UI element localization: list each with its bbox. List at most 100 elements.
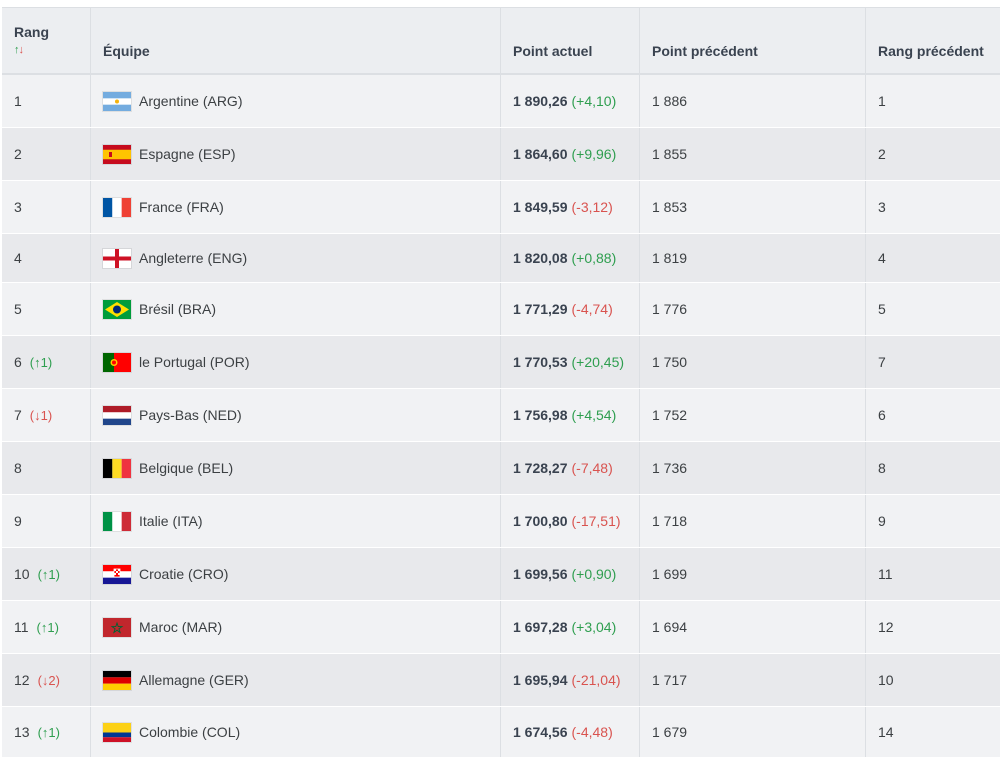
team-name[interactable]: Allemagne (GER)	[139, 672, 249, 688]
france-flag-icon	[103, 197, 131, 217]
team-cell[interactable]: Allemagne (GER)	[91, 654, 501, 706]
team-cell[interactable]: Croatie (CRO)	[91, 548, 501, 600]
previous-points: 1 855	[652, 146, 688, 162]
points-cell: 1 771,29 (-4,74)	[501, 283, 640, 335]
points-cell: 1 820,08 (+0,88)	[501, 234, 640, 282]
team-name[interactable]: Croatie (CRO)	[139, 566, 228, 582]
points-cell: 1 849,59 (-3,12)	[501, 181, 640, 233]
previous-points: 1 750	[652, 354, 688, 370]
points-change: (+3,04)	[571, 619, 617, 635]
previous-rank-column-header[interactable]: Rang précédent	[866, 8, 1000, 73]
rank-value: 3	[14, 199, 22, 215]
team-cell[interactable]: Maroc (MAR)	[91, 601, 501, 653]
table-row[interactable]: 3 France (FRA) 1 849,59 (-3,12) 1 853 3	[2, 181, 1000, 234]
current-points: 1 770,53	[513, 354, 568, 370]
current-points: 1 699,56	[513, 566, 568, 582]
team-name[interactable]: France (FRA)	[139, 199, 224, 215]
team-name[interactable]: Pays-Bas (NED)	[139, 407, 242, 423]
table-row[interactable]: 8 Belgique (BEL) 1 728,27 (-7,48) 1 736 8	[2, 442, 1000, 495]
previous-rank-cell: 2	[866, 128, 1000, 180]
team-name[interactable]: Angleterre (ENG)	[139, 250, 247, 266]
team-name[interactable]: Maroc (MAR)	[139, 619, 222, 635]
rank-cell: 4	[2, 234, 91, 282]
previous-rank-cell: 14	[866, 707, 1000, 757]
previous-points: 1 853	[652, 199, 688, 215]
team-cell[interactable]: Brésil (BRA)	[91, 283, 501, 335]
current-points: 1 864,60	[513, 146, 568, 162]
table-row[interactable]: 5 Brésil (BRA) 1 771,29 (-4,74) 1 776 5	[2, 283, 1000, 336]
germany-flag-icon	[103, 670, 131, 690]
points-column-header[interactable]: Point actuel	[501, 8, 640, 73]
team-name[interactable]: Colombie (COL)	[139, 724, 240, 740]
points-change: (+9,96)	[571, 146, 617, 162]
table-row[interactable]: 11 (↑1) Maroc (MAR) 1 697,28 (+3,04) 1 694 12	[2, 601, 1000, 654]
team-column-header[interactable]: Équipe	[91, 8, 501, 73]
table-row[interactable]: 12 (↓2) Allemagne (GER) 1 695,94 (-21,04) 1 7…	[2, 654, 1000, 707]
table-row[interactable]: 9 Italie (ITA) 1 700,80 (-17,51) 1 718 9	[2, 495, 1000, 548]
previous-rank-cell: 8	[866, 442, 1000, 494]
previous-rank: 1	[878, 93, 886, 109]
team-name[interactable]: Espagne (ESP)	[139, 146, 236, 162]
team-cell[interactable]: Argentine (ARG)	[91, 75, 501, 127]
previous-points-column-header[interactable]: Point précédent	[640, 8, 866, 73]
table-row[interactable]: 1 Argentine (ARG) 1 890,26 (+4,10) 1 886 1	[2, 75, 1000, 128]
previous-rank: 14	[878, 724, 894, 740]
team-name[interactable]: Belgique (BEL)	[139, 460, 233, 476]
rank-cell: 12 (↓2)	[2, 654, 91, 706]
rank-value: 11	[14, 619, 29, 635]
previous-rank-cell: 4	[866, 234, 1000, 282]
table-row[interactable]: 7 (↓1) Pays-Bas (NED) 1 756,98 (+4,54) 1 752 6	[2, 389, 1000, 442]
team-cell[interactable]: Italie (ITA)	[91, 495, 501, 547]
rank-column-header[interactable]: Rang ↑↓	[2, 8, 91, 73]
rank-cell: 13 (↑1)	[2, 707, 91, 757]
previous-rank-cell: 10	[866, 654, 1000, 706]
current-points: 1 674,56	[513, 724, 568, 740]
table-row[interactable]: 13 (↑1) Colombie (COL) 1 674,56 (-4,48) 1 679…	[2, 707, 1000, 758]
team-cell[interactable]: Colombie (COL)	[91, 707, 501, 757]
team-cell[interactable]: Espagne (ESP)	[91, 128, 501, 180]
previous-rank: 3	[878, 199, 886, 215]
italy-flag-icon	[103, 511, 131, 531]
points-cell: 1 700,80 (-17,51)	[501, 495, 640, 547]
points-change: (-21,04)	[571, 672, 621, 688]
previous-points-cell: 1 819	[640, 234, 866, 282]
team-name[interactable]: Brésil (BRA)	[139, 301, 216, 317]
previous-rank: 6	[878, 407, 886, 423]
previous-points: 1 699	[652, 566, 688, 582]
team-name[interactable]: Italie (ITA)	[139, 513, 203, 529]
team-name[interactable]: Argentine (ARG)	[139, 93, 242, 109]
rank-cell: 11 (↑1)	[2, 601, 91, 653]
team-cell[interactable]: Angleterre (ENG)	[91, 234, 501, 282]
previous-rank: 2	[878, 146, 886, 162]
sort-arrows-icon[interactable]: ↑↓	[14, 44, 24, 56]
points-change: (-3,12)	[571, 199, 613, 215]
table-body: 1 Argentine (ARG) 1 890,26 (+4,10) 1 886 1 2 Es…	[2, 75, 1000, 758]
morocco-flag-icon	[103, 617, 131, 637]
rank-movement: (↓2)	[37, 672, 60, 688]
rank-value: 12	[14, 672, 30, 688]
current-points: 1 700,80	[513, 513, 568, 529]
team-cell[interactable]: Pays-Bas (NED)	[91, 389, 501, 441]
team-name[interactable]: le Portugal (POR)	[139, 354, 249, 370]
rank-cell: 7 (↓1)	[2, 389, 91, 441]
rank-cell: 10 (↑1)	[2, 548, 91, 600]
previous-points-cell: 1 776	[640, 283, 866, 335]
current-points: 1 756,98	[513, 407, 568, 423]
team-cell[interactable]: Belgique (BEL)	[91, 442, 501, 494]
points-cell: 1 728,27 (-7,48)	[501, 442, 640, 494]
table-row[interactable]: 2 Espagne (ESP) 1 864,60 (+9,96) 1 855 2	[2, 128, 1000, 181]
fifa-ranking-table: Rang ↑↓ Équipe Point actuel Point précéd…	[2, 7, 1000, 758]
team-cell[interactable]: France (FRA)	[91, 181, 501, 233]
argentina-flag-icon	[103, 91, 131, 111]
rank-cell: 9	[2, 495, 91, 547]
previous-rank-cell: 11	[866, 548, 1000, 600]
table-row[interactable]: 6 (↑1) le Portugal (POR) 1 770,53 (+20,45) 1 …	[2, 336, 1000, 389]
previous-points: 1 718	[652, 513, 688, 529]
previous-rank-cell: 9	[866, 495, 1000, 547]
table-row[interactable]: 4 Angleterre (ENG) 1 820,08 (+0,88) 1 819 4	[2, 234, 1000, 283]
table-row[interactable]: 10 (↑1) Croatie (CRO) 1 699,56 (+0,90) 1 699 1…	[2, 548, 1000, 601]
team-cell[interactable]: le Portugal (POR)	[91, 336, 501, 388]
previous-points-cell: 1 750	[640, 336, 866, 388]
points-change: (-17,51)	[571, 513, 621, 529]
previous-points: 1 752	[652, 407, 688, 423]
